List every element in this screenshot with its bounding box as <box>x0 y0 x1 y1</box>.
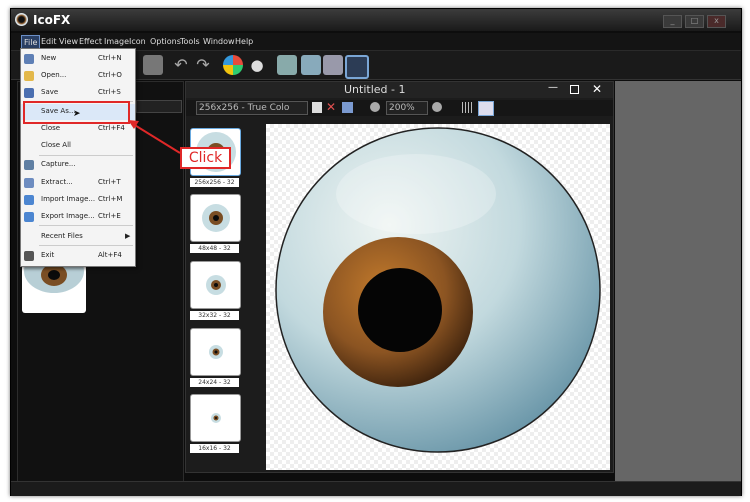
callout-arrow <box>128 120 181 154</box>
click-annotation: Click <box>180 147 231 169</box>
